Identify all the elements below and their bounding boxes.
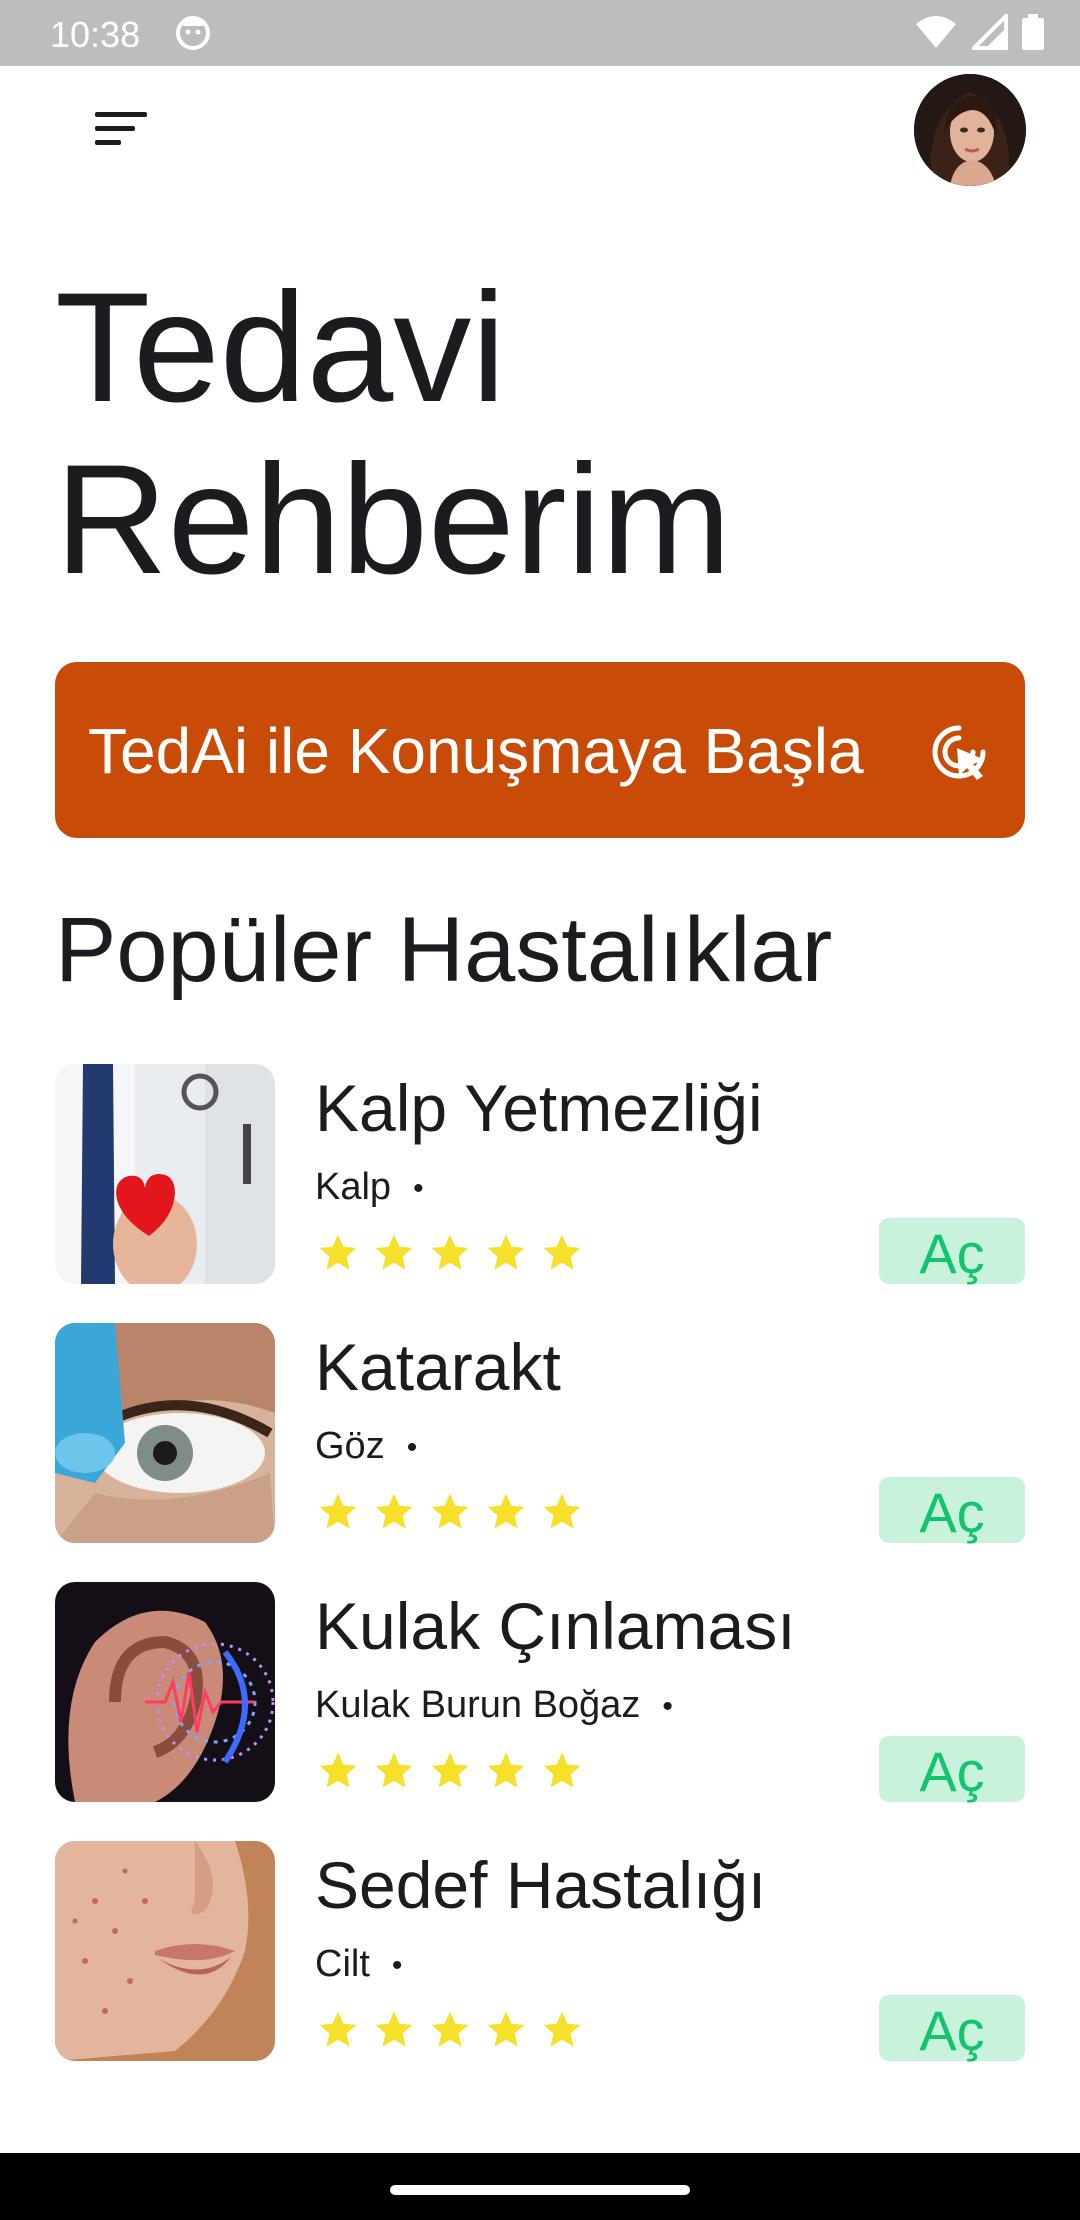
item-category: Kalp • bbox=[315, 1166, 424, 1209]
user-avatar[interactable] bbox=[914, 74, 1026, 186]
eye-drop-photo bbox=[55, 1323, 275, 1543]
signal-icon bbox=[972, 14, 1008, 50]
doctor-heart-photo bbox=[55, 1064, 275, 1284]
list-item: Sedef Hastalığı Cilt • Aç bbox=[55, 1841, 1025, 2062]
separator-dot: • bbox=[413, 1171, 424, 1205]
item-category-label: Cilt bbox=[315, 1943, 370, 1985]
open-button[interactable]: Aç bbox=[879, 1477, 1025, 1544]
star-icon bbox=[543, 2011, 581, 2047]
star-icon bbox=[375, 1493, 413, 1529]
star-icon bbox=[543, 1493, 581, 1529]
item-title: Kalp Yetmezliği bbox=[315, 1071, 763, 1145]
rating-stars bbox=[317, 1232, 583, 1274]
status-time: 10:38 bbox=[50, 14, 141, 55]
star-icon bbox=[487, 2011, 525, 2047]
separator-dot: • bbox=[406, 1430, 418, 1464]
separator-dot: • bbox=[662, 1689, 673, 1723]
star-icon bbox=[487, 1752, 525, 1788]
open-button[interactable]: Aç bbox=[879, 1736, 1025, 1803]
list-item: Kulak Çınlaması Kulak Burun Boğaz • Aç bbox=[55, 1582, 1025, 1803]
start-chat-button[interactable]: TedAi ile Konuşmaya Başla bbox=[55, 662, 1025, 838]
list-item: Katarakt Göz • Aç bbox=[55, 1323, 1025, 1544]
item-category-label: Göz bbox=[315, 1425, 385, 1467]
star-icon bbox=[431, 2011, 469, 2047]
item-category-label: Kalp bbox=[315, 1166, 392, 1208]
status-bar: 10:38 bbox=[0, 0, 1080, 66]
home-gesture-handle[interactable] bbox=[390, 2185, 690, 2195]
item-category: Göz • bbox=[315, 1425, 417, 1468]
skin-face-photo bbox=[55, 1841, 275, 2061]
battery-icon bbox=[1022, 14, 1044, 50]
rating-stars bbox=[317, 1750, 583, 1792]
list-item: Kalp Yetmezliği Kalp • Aç bbox=[55, 1064, 1025, 1285]
star-icon bbox=[375, 1752, 413, 1788]
star-icon bbox=[487, 1493, 525, 1529]
star-icon bbox=[375, 1234, 413, 1270]
star-icon bbox=[487, 1234, 525, 1270]
item-title: Kulak Çınlaması bbox=[315, 1589, 796, 1663]
star-icon bbox=[319, 1493, 357, 1529]
sort-menu-icon bbox=[95, 112, 147, 145]
separator-dot: • bbox=[391, 1948, 403, 1982]
star-icon bbox=[431, 1493, 469, 1529]
star-icon bbox=[319, 1234, 357, 1270]
item-category: Cilt • bbox=[315, 1943, 402, 1986]
page-title: Tedavi Rehberim bbox=[55, 262, 1005, 606]
wifi-icon bbox=[916, 16, 956, 48]
item-category-label: Kulak Burun Boğaz bbox=[315, 1684, 641, 1726]
star-icon bbox=[319, 2011, 357, 2047]
disease-list: Kalp Yetmezliği Kalp • Aç Katarakt Göz •… bbox=[55, 1064, 1025, 2100]
rating-stars bbox=[317, 1491, 583, 1533]
touch-click-icon bbox=[932, 725, 986, 780]
face-icon bbox=[176, 16, 210, 50]
star-icon bbox=[543, 1752, 581, 1788]
page-title-line1: Tedavi bbox=[55, 261, 506, 435]
section-title: Popüler Hastalıklar bbox=[55, 899, 833, 1001]
rating-stars bbox=[317, 2009, 583, 2051]
start-chat-label: TedAi ile Konuşmaya Başla bbox=[88, 715, 864, 787]
page-title-line2: Rehberim bbox=[55, 433, 732, 607]
star-icon bbox=[375, 2011, 413, 2047]
star-icon bbox=[319, 1752, 357, 1788]
status-icons bbox=[914, 14, 1044, 50]
item-title: Sedef Hastalığı bbox=[315, 1848, 767, 1922]
avatar-photo bbox=[914, 74, 1026, 186]
star-icon bbox=[431, 1752, 469, 1788]
item-category: Kulak Burun Boğaz • bbox=[315, 1684, 673, 1727]
ear-sound-photo bbox=[55, 1582, 275, 1802]
menu-button[interactable] bbox=[80, 100, 160, 160]
star-icon bbox=[431, 1234, 469, 1270]
open-button[interactable]: Aç bbox=[879, 1218, 1025, 1285]
item-title: Katarakt bbox=[315, 1330, 561, 1404]
open-button[interactable]: Aç bbox=[879, 1995, 1025, 2062]
star-icon bbox=[543, 1234, 581, 1270]
